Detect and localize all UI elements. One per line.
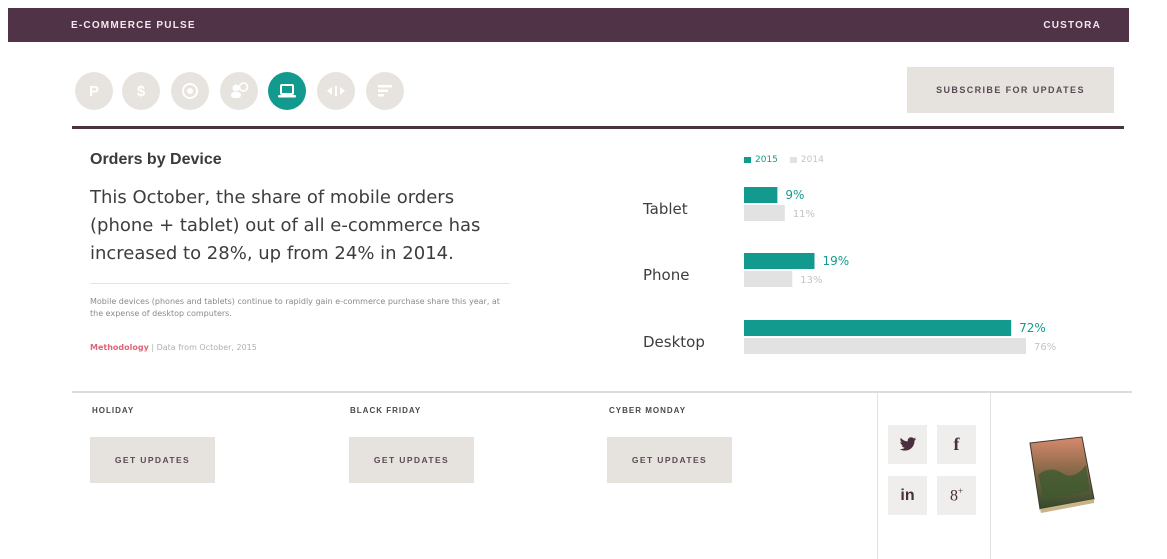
category-label-phone: Phone: [643, 266, 689, 284]
legend-label-2014: 2014: [800, 155, 824, 165]
category-label-tablet: Tablet: [642, 200, 688, 218]
bar-phone-2015: [744, 253, 815, 269]
subscribe-button[interactable]: SUBSCRIBE FOR UPDATES: [907, 67, 1114, 113]
description: Mobile devices (phones and tablets) cont…: [90, 297, 500, 318]
bar-desktop-2014: [744, 338, 1026, 354]
bar-desktop-2015: [744, 320, 1012, 336]
panel-title: Orders by Device: [90, 151, 222, 168]
orders-by-device-chart: Tablet 9% 11% Phone 19%13% Desktop 72% 76%: [642, 187, 1056, 354]
bar-tablet-2014: [744, 205, 785, 221]
social-divider: [877, 393, 878, 559]
black-friday-get-updates-button[interactable]: GET UPDATES: [349, 437, 474, 483]
value-label-tablet-2014: 11%: [793, 209, 815, 220]
google-plus-glyph: 8+: [949, 485, 964, 505]
legend-label-2015: 2015: [755, 155, 778, 165]
nav-list-icon[interactable]: [366, 72, 404, 110]
text-divider: [90, 283, 510, 284]
facebook-glyph: f: [953, 434, 960, 454]
event-label-black-friday: BLACK FRIDAY: [350, 406, 422, 415]
methodology-link[interactable]: Methodology: [90, 343, 149, 352]
section-divider: [72, 391, 1132, 393]
top-bar: E-COMMERCE PULSE CUSTORA: [8, 8, 1129, 42]
value-label-tablet-2015: 9%: [785, 188, 804, 202]
nav-users-dollar-icon[interactable]: [220, 72, 258, 110]
custora-link[interactable]: CUSTORA: [1043, 20, 1101, 31]
headline: This October, the share of mobile orders…: [90, 187, 481, 264]
event-label-holiday: HOLIDAY: [92, 406, 135, 415]
event-label-cyber-monday: CYBER MONDAY: [609, 406, 687, 415]
bar-phone-2014: [744, 271, 793, 287]
value-label-desktop-2014: 76%: [1034, 342, 1056, 353]
facebook-icon[interactable]: f: [937, 425, 976, 464]
nav-arrows-icon[interactable]: [317, 72, 355, 110]
category-label-desktop: Desktop: [643, 333, 705, 351]
value-label-phone-2014: 13%: [800, 275, 822, 286]
value-label-phone-2015: 19%: [823, 254, 850, 268]
chart-legend: 2015 2014: [744, 155, 832, 165]
twitter-icon[interactable]: [888, 425, 927, 464]
cyber-monday-get-updates-button[interactable]: GET UPDATES: [607, 437, 732, 483]
source-line: Methodology | Data from October, 2015: [90, 343, 257, 352]
legend-swatch-2015: [744, 157, 751, 163]
header-divider: [72, 126, 1124, 129]
nav-laptop-icon[interactable]: [268, 72, 306, 110]
report-thumbnail[interactable]: [1016, 435, 1096, 515]
bar-tablet-2015: [744, 187, 778, 203]
value-label-desktop-2015: 72%: [1019, 321, 1046, 335]
nav-p-icon[interactable]: P: [75, 72, 113, 110]
brand-title[interactable]: E-COMMERCE PULSE: [71, 20, 196, 31]
nav-dollar-icon[interactable]: $: [122, 72, 160, 110]
nav-target-icon[interactable]: [171, 72, 209, 110]
holiday-get-updates-button[interactable]: GET UPDATES: [90, 437, 215, 483]
linkedin-icon[interactable]: in: [888, 476, 927, 515]
linkedin-glyph: in: [900, 486, 915, 504]
data-source: | Data from October, 2015: [151, 343, 257, 352]
legend-swatch-2014: [789, 157, 797, 163]
report-divider: [990, 393, 991, 559]
google-plus-icon[interactable]: 8+: [937, 476, 976, 515]
